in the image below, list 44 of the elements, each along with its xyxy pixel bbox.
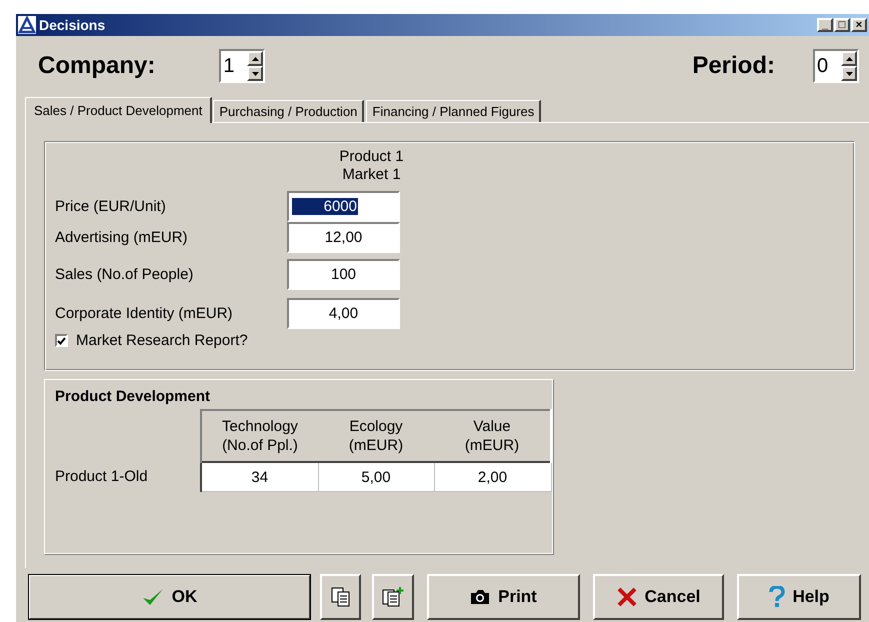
- spin-up-icon[interactable]: [841, 51, 857, 66]
- spin-down-icon[interactable]: [841, 66, 857, 81]
- documents-icon: [330, 587, 350, 607]
- field-label: Advertising (mEUR): [55, 229, 189, 246]
- tab[interactable]: Purchasing / Production: [213, 100, 364, 122]
- field-label: Period:: [692, 52, 775, 80]
- table-cell[interactable]: 2,00: [434, 462, 551, 492]
- field-label: Sales (No.of People): [55, 266, 194, 283]
- input-field[interactable]: 12,00: [287, 222, 400, 253]
- minimize-button[interactable]: _: [817, 18, 833, 32]
- window-title: Decisions: [39, 17, 106, 33]
- maximize-button[interactable]: □: [834, 18, 850, 32]
- checkbox-label: Market Research Report?: [76, 332, 248, 349]
- column-heading: Product 1 Market 1: [338, 148, 405, 184]
- tab[interactable]: Financing / Planned Figures: [366, 100, 542, 122]
- question-mark-icon: [768, 586, 785, 608]
- app-icon: [18, 16, 36, 34]
- input-field[interactable]: 4,00: [287, 298, 400, 329]
- documents-plus-icon: [382, 587, 404, 607]
- cross-icon: [616, 587, 637, 607]
- copy-button[interactable]: [320, 574, 361, 620]
- tab[interactable]: Sales / Product Development: [25, 97, 212, 123]
- spin-down-icon[interactable]: [247, 66, 264, 81]
- camera-icon: [470, 589, 490, 605]
- spin-field[interactable]: 0: [813, 49, 859, 83]
- checkmark-icon: [142, 587, 164, 607]
- table-cell[interactable]: 34: [201, 462, 318, 492]
- input-field[interactable]: 100: [287, 259, 400, 290]
- add-copy-button[interactable]: [372, 574, 414, 620]
- row-label: Product 1-Old: [55, 462, 201, 492]
- field-label: Price (EUR/Unit): [55, 198, 167, 215]
- ok-button[interactable]: OK: [28, 574, 311, 620]
- checkbox[interactable]: [55, 334, 68, 347]
- help-button[interactable]: Help: [737, 574, 861, 620]
- close-button[interactable]: ×: [851, 18, 867, 32]
- print-button[interactable]: Print: [427, 574, 580, 620]
- input-field[interactable]: 6000: [287, 191, 400, 222]
- group-title: Product Development: [55, 388, 212, 405]
- spin-up-icon[interactable]: [247, 51, 264, 66]
- spin-field[interactable]: 1: [219, 49, 266, 83]
- table-cell[interactable]: 5,00: [318, 462, 434, 492]
- cancel-button[interactable]: Cancel: [593, 574, 724, 620]
- field-label: Corporate Identity (mEUR): [55, 305, 234, 322]
- field-label: Company:: [38, 52, 156, 80]
